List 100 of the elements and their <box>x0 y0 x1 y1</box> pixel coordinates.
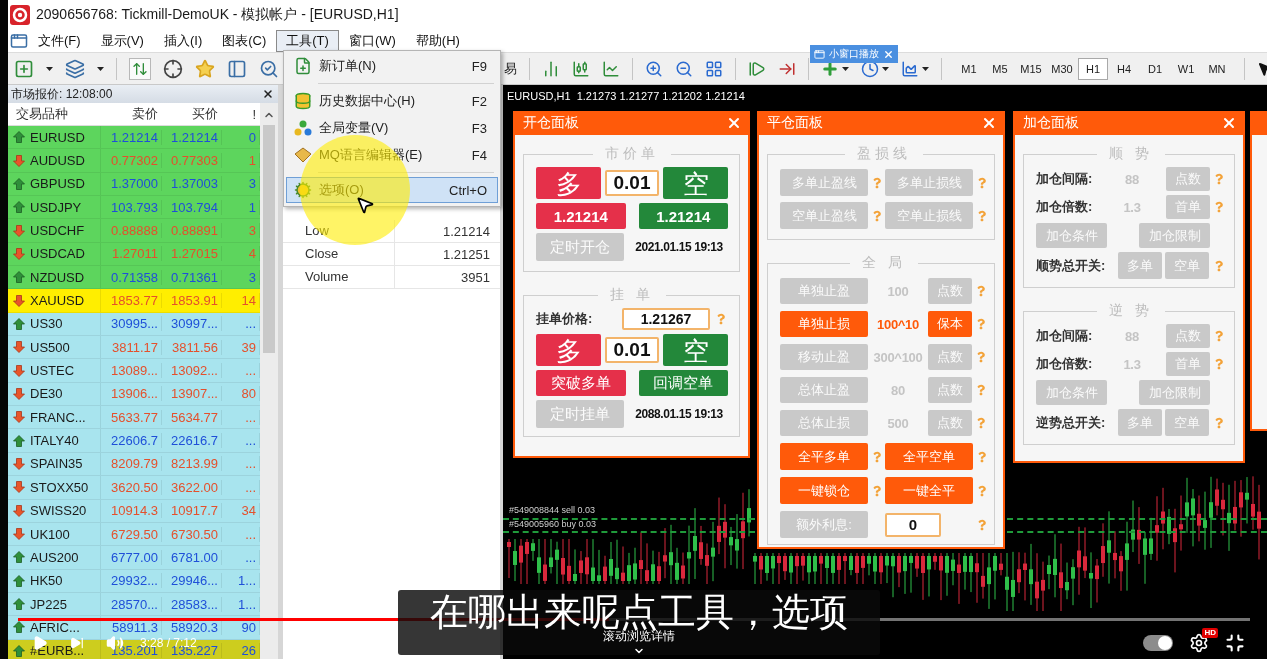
help-icon[interactable] <box>1215 173 1223 185</box>
column-header[interactable]: 交易品种 <box>8 105 101 123</box>
quote-row[interactable]: STOXX50 3620.50 3622.00 ... <box>8 476 260 500</box>
quote-row[interactable]: USDCAD 1.27011 1.27015 4 <box>8 242 260 267</box>
help-icon[interactable] <box>1215 259 1223 272</box>
zoom-out-icon[interactable] <box>675 59 693 78</box>
help-icon[interactable] <box>717 313 725 325</box>
help-icon[interactable] <box>977 318 985 330</box>
lots-field[interactable]: 0.01 <box>605 170 659 196</box>
panel-icon[interactable] <box>227 58 247 79</box>
help-icon[interactable] <box>1215 358 1223 370</box>
quote-row[interactable]: UK100 6729.50 6730.50 ... <box>8 522 260 547</box>
help-icon[interactable] <box>977 209 986 222</box>
menu-item[interactable]: 插入(I) <box>153 30 213 52</box>
caret-icon[interactable] <box>97 66 104 71</box>
help-icon[interactable] <box>977 285 985 297</box>
line-chart-icon[interactable] <box>602 59 620 78</box>
column-header[interactable]: 卖价 <box>101 105 162 123</box>
timeframe-button[interactable]: MN <box>1202 57 1232 80</box>
menu-item[interactable]: MQ语言编辑器(E) F4 <box>286 142 498 168</box>
help-icon[interactable] <box>1215 416 1223 429</box>
order-button[interactable]: 回调空单 <box>638 370 728 396</box>
help-icon[interactable] <box>977 176 986 189</box>
help-icon[interactable] <box>872 209 881 222</box>
layers-icon[interactable] <box>65 58 85 79</box>
quote-row[interactable]: HK50 29932... 29946... 1... <box>8 569 260 593</box>
quote-row[interactable]: XAUUSD 1853.77 1853.91 14 <box>8 289 260 313</box>
help-icon[interactable] <box>1215 201 1223 213</box>
quote-row[interactable]: NZDUSD 0.71358 0.71361 3 <box>8 266 260 290</box>
help-icon[interactable] <box>977 484 986 497</box>
menu-item[interactable]: 图表(C) <box>212 30 277 52</box>
close-icon[interactable] <box>262 88 274 100</box>
timeframe-button[interactable]: M1 <box>954 57 984 80</box>
timeframe-button[interactable]: M15 <box>1016 57 1046 80</box>
caret-icon[interactable] <box>842 66 849 71</box>
step-forward-icon[interactable] <box>748 59 766 78</box>
quote-row[interactable]: FRANC... 5633.77 5634.77 ... <box>8 406 260 430</box>
menu-item[interactable]: 新订单(N) F9 <box>286 53 498 79</box>
quote-row[interactable]: US30 30995... 30997... ... <box>8 312 260 337</box>
quote-row[interactable]: USDJPY 103.793 103.794 1 <box>8 196 260 220</box>
menu-item[interactable]: 帮助(H) <box>405 30 470 52</box>
fullscreen-icon[interactable] <box>1225 632 1245 653</box>
help-icon[interactable] <box>977 384 985 396</box>
short-button[interactable]: 空 <box>663 167 728 199</box>
grid-icon[interactable] <box>705 59 723 78</box>
zoom-in-icon[interactable] <box>645 59 663 78</box>
column-header[interactable]: 买价 <box>162 105 222 123</box>
quote-row[interactable]: AUDUSD 0.77302 0.77303 1 <box>8 149 260 173</box>
price-button[interactable]: 1.21214 <box>536 203 626 229</box>
help-icon[interactable] <box>977 417 985 429</box>
scrollbar[interactable] <box>260 103 278 659</box>
quote-row[interactable]: GBPUSD 1.37000 1.37003 3 <box>8 172 260 197</box>
timeframe-button[interactable]: M5 <box>985 57 1015 80</box>
quote-row[interactable]: JP225 28570... 28583... 1... <box>8 592 260 617</box>
search-icon[interactable] <box>259 58 279 79</box>
menu-item[interactable]: 历史数据中心(H) F2 <box>286 88 498 114</box>
help-icon[interactable] <box>977 351 985 363</box>
area-chart-icon[interactable] <box>901 59 919 78</box>
order-button[interactable]: 突破多单 <box>536 370 626 396</box>
help-icon[interactable] <box>872 176 881 189</box>
toolbar-text[interactable]: 易 <box>504 59 517 78</box>
help-icon[interactable] <box>872 484 881 497</box>
help-icon[interactable] <box>977 518 986 531</box>
quote-row[interactable]: USTEC 13089... 13092... ... <box>8 359 260 383</box>
quote-row[interactable]: USDCHF 0.88888 0.88891 3 <box>8 219 260 243</box>
menu-item[interactable]: 工具(T) <box>276 30 339 52</box>
crosshair-icon[interactable] <box>163 58 183 79</box>
window-icon[interactable] <box>10 32 28 50</box>
interest-field[interactable]: 0 <box>885 512 941 537</box>
help-icon[interactable] <box>977 450 986 463</box>
quote-row[interactable]: ITALY40 22606.7 22616.7 ... <box>8 429 260 453</box>
candlestick-icon[interactable] <box>572 59 590 78</box>
star-icon[interactable] <box>195 58 215 79</box>
quote-row[interactable]: AUS200 6777.00 6781.00 ... <box>8 546 260 570</box>
menu-item[interactable]: 显示(V) <box>90 30 154 52</box>
short-button[interactable]: 空 <box>663 334 728 366</box>
price-button[interactable]: 1.21214 <box>638 203 728 229</box>
caret-icon[interactable] <box>922 66 929 71</box>
long-button[interactable]: 多 <box>536 334 601 366</box>
timeframe-button[interactable]: H1 <box>1078 57 1108 80</box>
timeframe-button[interactable]: D1 <box>1140 57 1170 80</box>
menu-item[interactable]: 全局变量(V) F3 <box>286 115 498 141</box>
timeframe-button[interactable]: W1 <box>1171 57 1201 80</box>
bar-chart-icon[interactable] <box>542 59 560 78</box>
column-header[interactable]: ! <box>222 106 260 122</box>
timeframe-button[interactable]: M30 <box>1047 57 1077 80</box>
menu-item[interactable]: 文件(F) <box>28 30 91 52</box>
quote-row[interactable]: SWISS20 10914.3 10917.7 34 <box>8 499 260 523</box>
toolbar-toggle[interactable] <box>129 57 151 80</box>
menu-item[interactable]: 选项(O) Ctrl+O <box>286 177 498 203</box>
scrollbar-thumb[interactable] <box>263 125 275 353</box>
quote-row[interactable]: SPAIN35 8209.79 8213.99 ... <box>8 452 260 477</box>
caret-icon[interactable] <box>46 66 53 71</box>
timeframe-button[interactable]: H4 <box>1109 57 1139 80</box>
caret-icon[interactable] <box>882 66 889 71</box>
lots-field[interactable]: 0.01 <box>605 337 659 363</box>
quote-row[interactable]: EURUSD 1.21214 1.21214 0 <box>8 126 260 150</box>
price-field[interactable]: 1.21267 <box>622 308 710 330</box>
quote-row[interactable]: DE30 13906... 13907... 80 <box>8 382 260 407</box>
help-icon[interactable] <box>1215 330 1223 342</box>
